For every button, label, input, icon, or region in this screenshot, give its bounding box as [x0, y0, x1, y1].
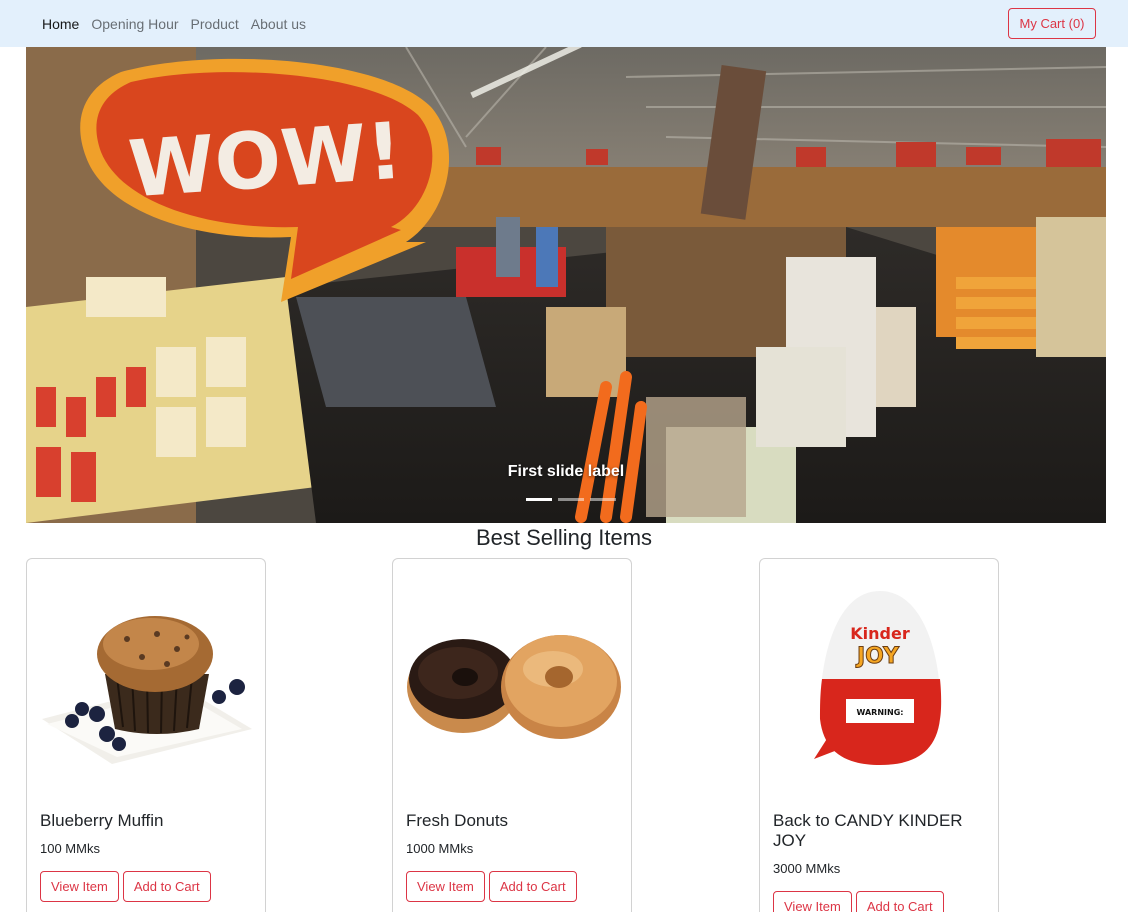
top-navbar: Home Opening Hour Product About us My Ca…	[0, 0, 1128, 47]
product-name: Fresh Donuts	[406, 811, 509, 830]
product-price: 1000 MMks	[406, 841, 474, 856]
product-name: Back to CANDY KINDER JOY	[773, 811, 963, 850]
nav-link-home[interactable]: Home	[42, 16, 79, 32]
carousel-indicators	[523, 498, 619, 501]
product-image-kinder-egg: Kinder JOY WARNING:	[760, 559, 998, 799]
product-actions: View Item Add to Cart	[40, 871, 215, 902]
nav-link-opening-hour[interactable]: Opening Hour	[91, 16, 178, 32]
kinder-egg-image: Kinder JOY WARNING:	[814, 591, 942, 765]
donuts-image	[407, 635, 621, 739]
kinder-warning-text: WARNING:	[857, 708, 904, 717]
product-card-fresh-donuts: Fresh Donuts 1000 MMks View Item Add to …	[392, 558, 632, 912]
product-card-kinder-joy: Kinder JOY WARNING: Back to CANDY KINDER…	[759, 558, 999, 912]
add-to-cart-button[interactable]: Add to Cart	[855, 891, 944, 912]
carousel-caption: First slide label	[507, 463, 625, 480]
product-actions: View Item Add to Cart	[773, 891, 948, 912]
kinder-joy-text: JOY	[855, 644, 900, 669]
my-cart-button[interactable]: My Cart (0)	[1008, 8, 1096, 39]
carousel-indicator-1[interactable]	[526, 498, 552, 501]
product-image-donuts	[393, 559, 631, 799]
product-card-blueberry-muffin: Blueberry Muffin 100 MMks View Item Add …	[26, 558, 266, 912]
product-price: 3000 MMks	[773, 861, 841, 876]
muffin-image	[42, 616, 252, 764]
product-name: Blueberry Muffin	[40, 811, 164, 830]
nav-link-about-us[interactable]: About us	[251, 16, 306, 32]
supermarket-image: WOW!	[26, 47, 1106, 523]
carousel-prev-button[interactable]	[26, 47, 86, 523]
hero-carousel: WOW! First slide label	[26, 47, 1106, 523]
nav-link-product[interactable]: Product	[191, 16, 239, 32]
product-actions: View Item Add to Cart	[406, 871, 581, 902]
add-to-cart-button[interactable]: Add to Cart	[122, 871, 211, 902]
nav-links: Home Opening Hour Product About us	[42, 0, 318, 47]
section-title: Best Selling Items	[475, 525, 653, 550]
wow-sign-text: WOW!	[126, 107, 406, 216]
carousel-next-button[interactable]	[1046, 47, 1106, 523]
add-to-cart-button[interactable]: Add to Cart	[488, 871, 577, 902]
carousel-indicator-3[interactable]	[590, 498, 616, 501]
view-item-button[interactable]: View Item	[773, 891, 852, 912]
carousel-indicator-2[interactable]	[558, 498, 584, 501]
kinder-brand-text: Kinder	[850, 624, 910, 643]
product-price: 100 MMks	[40, 841, 100, 856]
view-item-button[interactable]: View Item	[406, 871, 485, 902]
view-item-button[interactable]: View Item	[40, 871, 119, 902]
product-image-muffin	[27, 559, 265, 799]
